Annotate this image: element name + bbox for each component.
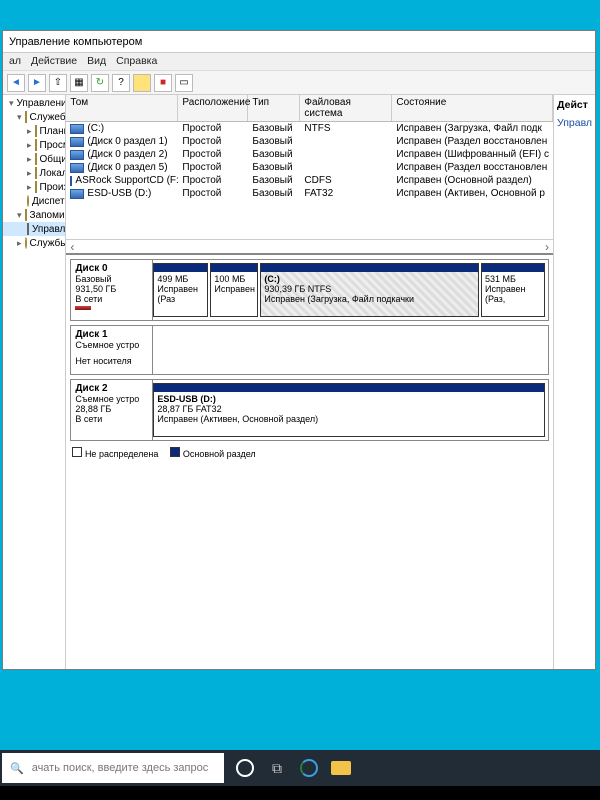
table-row[interactable]: (Диск 0 раздел 1)ПростойБазовыйИсправен … [66,135,553,148]
tree-device-manager[interactable]: Диспетчер устройств [3,194,65,208]
book-icon [35,139,37,151]
disk-graphical-view: Диск 0 Базовый 931,50 ГБ В сети 499 МБИс… [66,255,553,669]
volume-icon [70,137,84,147]
col-filesystem[interactable]: Файловая система [300,95,392,121]
list-scrollbar[interactable]: ‹› [66,239,553,253]
disk-2-info: Диск 2 Съемное устро 28,88 ГБ В сети [71,380,153,440]
volume-icon [70,176,72,186]
col-status[interactable]: Состояние [392,95,553,121]
content-area: ▾Управление компьютером (л ▾Служебные пр… [3,95,595,669]
disk-0-partition-1[interactable]: 499 МБИсправен (Раз [153,263,208,317]
tree-event-viewer[interactable]: ▸Просмотр событий [3,138,65,152]
col-layout[interactable]: Расположение [178,95,248,121]
taskbar[interactable]: 🔍 ачать поиск, введите здесь запрос ⧉ [0,750,600,786]
back-button[interactable]: ◄ [7,74,25,92]
volume-icon [70,150,84,160]
forward-button[interactable]: ► [28,74,46,92]
tree-local-users[interactable]: ▸Локальные пользовател [3,166,65,180]
toolbar: ◄ ► ⇧ ▦ ↻ ? ■ ▭ [3,71,595,95]
disk-0-partition-c[interactable]: (C:)930,39 ГБ NTFSИсправен (Загрузка, Фа… [260,263,479,317]
menu-view[interactable]: Вид [87,55,106,68]
tool-button-3[interactable]: ▭ [175,74,193,92]
actions-pane: Дейст Управл [553,95,595,669]
clock-icon [35,125,37,137]
folder-icon [25,111,27,123]
tree-system-tools[interactable]: ▾Служебные программы [3,110,65,124]
perf-icon [35,181,37,193]
explorer-button[interactable] [330,757,352,779]
disk-2-name: Диск 2 [75,383,148,394]
search-icon: 🔍 [10,762,24,775]
tree-services-apps[interactable]: ▸Службы и приложения [3,236,65,250]
refresh-button[interactable]: ↻ [91,74,109,92]
help-button[interactable]: ? [112,74,130,92]
cortana-button[interactable] [234,757,256,779]
storage-icon [25,209,27,221]
col-volume[interactable]: Том [66,95,178,121]
disk-0-info: Диск 0 Базовый 931,50 ГБ В сети [71,260,153,320]
cortana-icon [236,759,254,777]
actions-link[interactable]: Управл [557,115,592,131]
task-view-button[interactable]: ⧉ [266,757,288,779]
table-row[interactable]: (C:)ПростойБазовыйNTFSИсправен (Загрузка… [66,122,553,135]
disk-0-row[interactable]: Диск 0 Базовый 931,50 ГБ В сети 499 МБИс… [70,259,549,321]
services-icon [25,237,27,249]
volume-icon [70,163,84,173]
volume-icon [70,124,84,134]
folder-icon [331,761,351,775]
search-placeholder: ачать поиск, введите здесь запрос [32,762,209,774]
table-row[interactable]: ASRock SupportCD (F:)ПростойБазовыйCDFSИ… [66,174,553,187]
computer-management-window: Управление компьютером ал Действие Вид С… [2,30,596,670]
search-input[interactable]: 🔍 ачать поиск, введите здесь запрос [2,753,224,783]
tree-shared-folders[interactable]: ▸Общие папки [3,152,65,166]
col-type[interactable]: Тип [248,95,300,121]
volume-list[interactable]: Том Расположение Тип Файловая система Со… [66,95,553,255]
table-row[interactable]: (Диск 0 раздел 2)ПростойБазовыйИсправен … [66,148,553,161]
disk-icon [27,223,29,235]
menu-action[interactable]: Действие [31,55,77,68]
disk-2-row[interactable]: Диск 2 Съемное устро 28,88 ГБ В сети ESD… [70,379,549,441]
tool-button-2[interactable]: ■ [154,74,172,92]
table-row[interactable]: (Диск 0 раздел 5)ПростойБазовыйИсправен … [66,161,553,174]
disk-1-info: Диск 1 Съемное устро Нет носителя [71,326,153,374]
legend-unallocated-icon [72,447,82,457]
titlebar[interactable]: Управление компьютером [3,31,595,53]
nav-tree[interactable]: ▾Управление компьютером (л ▾Служебные пр… [3,95,66,669]
tree-task-scheduler[interactable]: ▸Планировщик заданий [3,124,65,138]
disk-0-partition-2[interactable]: 100 МБИсправен [210,263,258,317]
legend: Не распределена Основной раздел [66,445,553,461]
tree-root[interactable]: ▾Управление компьютером (л [3,97,65,110]
folder-icon [35,153,37,165]
volume-icon [70,189,84,199]
tree-storage[interactable]: ▾Запоминающие устройст [3,208,65,222]
legend-primary-icon [170,447,180,457]
disk-1-name: Диск 1 [75,329,148,340]
table-row[interactable]: ESD-USB (D:)ПростойБазовыйFAT32Исправен … [66,187,553,200]
menubar: ал Действие Вид Справка [3,53,595,71]
users-icon [35,167,37,179]
column-headers[interactable]: Том Расположение Тип Файловая система Со… [66,95,553,122]
main-panel: Том Расположение Тип Файловая система Со… [66,95,553,669]
tool-button-1[interactable] [133,74,151,92]
disk-0-name: Диск 0 [75,263,148,274]
props-button[interactable]: ▦ [70,74,88,92]
disk-2-partition-1[interactable]: ESD-USB (D:)28,87 ГБ FAT32Исправен (Акти… [153,383,545,437]
up-button[interactable]: ⇧ [49,74,67,92]
disk-1-row[interactable]: Диск 1 Съемное устро Нет носителя [70,325,549,375]
tree-performance[interactable]: ▸Производительность [3,180,65,194]
tree-disk-management[interactable]: Управление дисками [3,222,65,236]
device-icon [27,195,29,207]
actions-header: Дейст [557,99,592,111]
edge-button[interactable] [298,757,320,779]
menu-file[interactable]: ал [9,55,21,68]
menu-help[interactable]: Справка [116,55,157,68]
edge-icon [300,759,318,777]
hdd-icon [75,306,91,310]
monitor-bezel [0,786,600,800]
disk-0-partition-4[interactable]: 531 МБИсправен (Раз, [481,263,545,317]
window-title: Управление компьютером [9,36,142,48]
